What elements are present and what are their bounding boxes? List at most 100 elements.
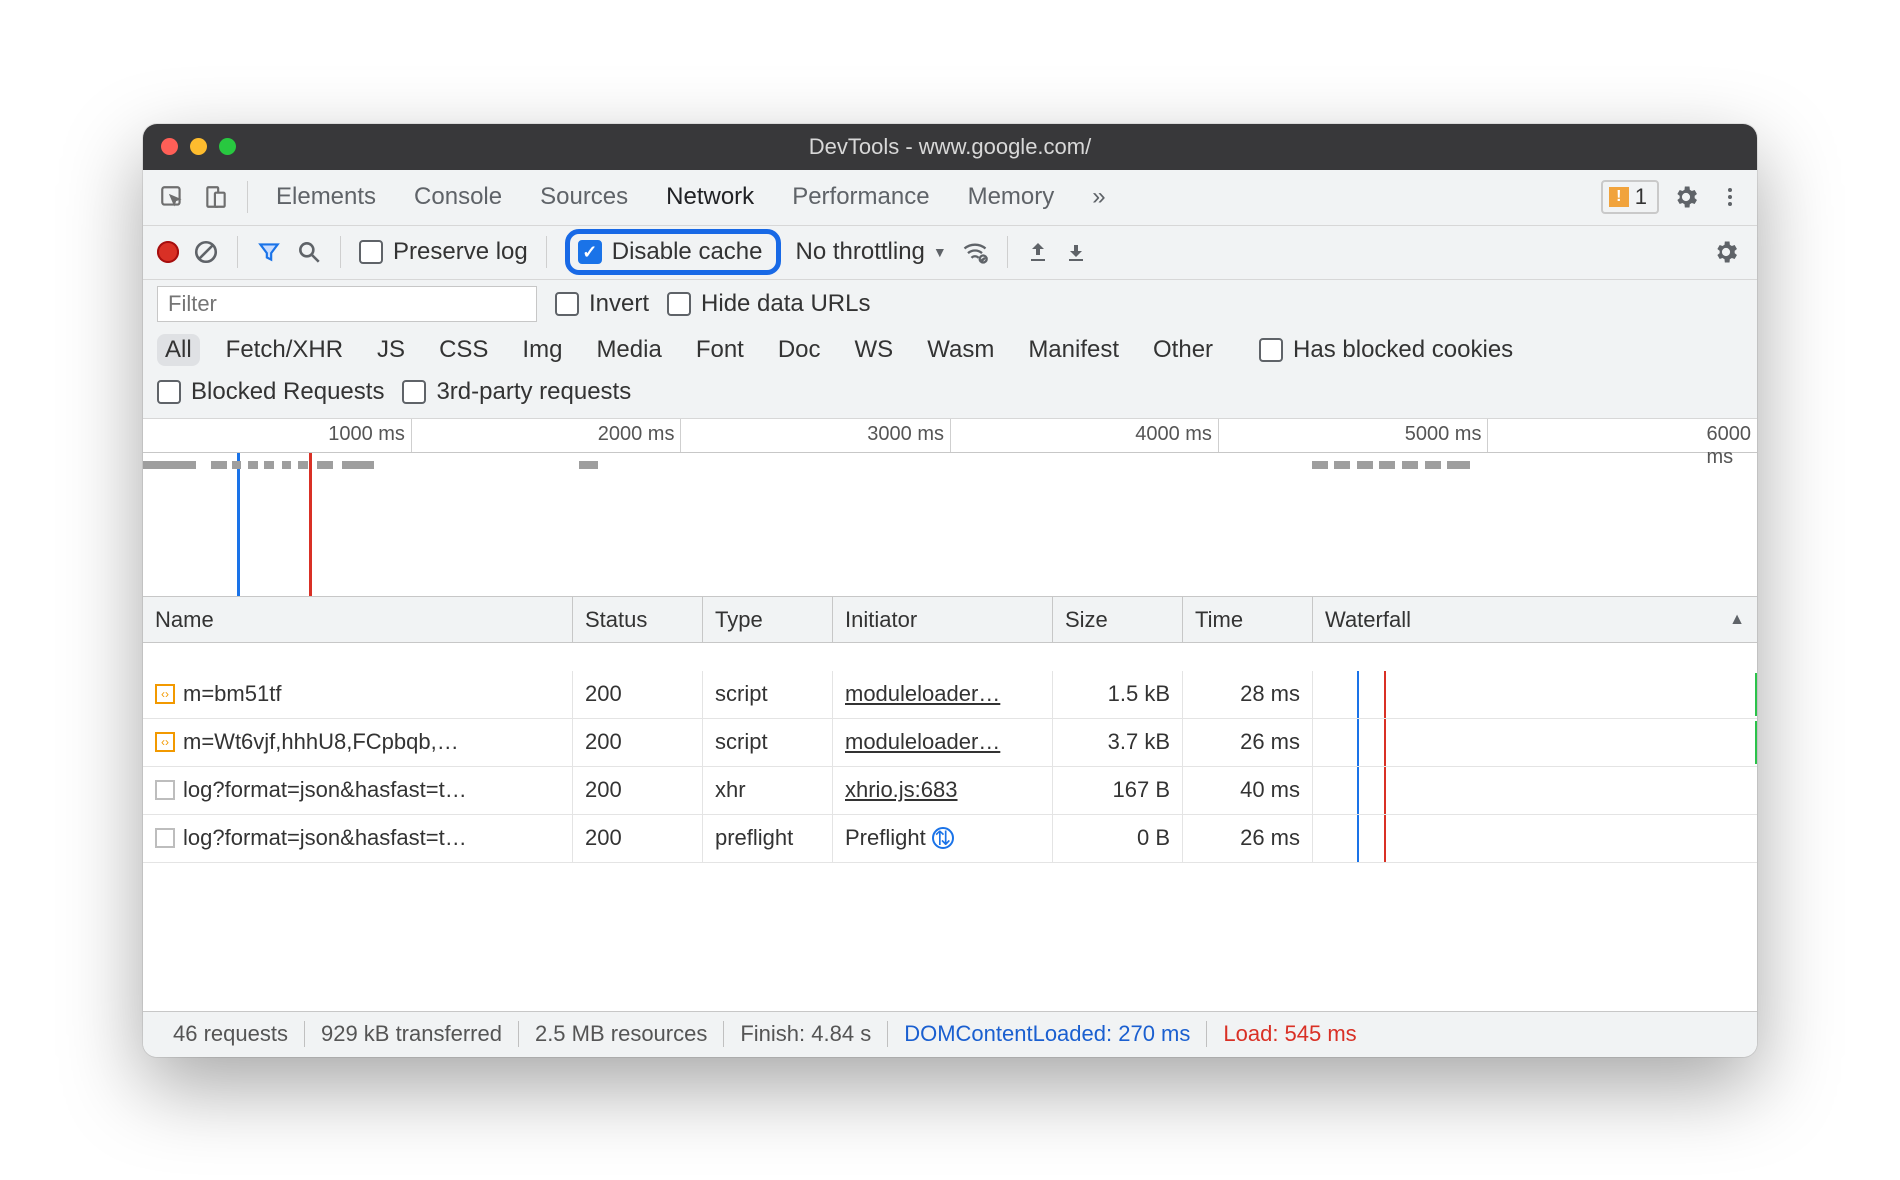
initiator-link[interactable]: xhrio.js:683 [845, 777, 958, 803]
tab-memory[interactable]: Memory [954, 183, 1069, 211]
clear-button[interactable] [193, 239, 219, 265]
type-chip-manifest[interactable]: Manifest [1020, 334, 1127, 366]
waterfall-cell [1313, 767, 1757, 814]
waterfall-cell [1313, 671, 1757, 718]
has-blocked-cookies-checkbox[interactable]: Has blocked cookies [1259, 336, 1513, 364]
toggle-device-icon[interactable] [199, 180, 233, 214]
throttling-label: No throttling [795, 238, 924, 266]
status-finish: Finish: 4.84 s [724, 1021, 888, 1047]
initiator-link[interactable]: moduleloader… [845, 681, 1000, 707]
tab-sources[interactable]: Sources [526, 183, 642, 211]
request-size: 0 B [1053, 815, 1183, 862]
tab-performance[interactable]: Performance [778, 183, 943, 211]
col-initiator[interactable]: Initiator [833, 597, 1053, 643]
disable-cache-label: Disable cache [612, 238, 763, 266]
separator [1007, 236, 1008, 268]
overview-graph [143, 461, 1757, 596]
tab-network[interactable]: Network [652, 183, 768, 211]
network-settings-gear-icon[interactable] [1709, 235, 1743, 269]
main-tabs: Elements Console Sources Network Perform… [143, 170, 1757, 226]
inspect-element-icon[interactable] [155, 180, 189, 214]
type-chip-css[interactable]: CSS [431, 334, 496, 366]
waterfall-cell [1313, 815, 1757, 862]
initiator-link[interactable]: moduleloader… [845, 729, 1000, 755]
col-waterfall[interactable]: Waterfall ▲ [1313, 597, 1757, 643]
disable-cache-highlight: Disable cache [565, 229, 782, 275]
file-icon [155, 780, 175, 800]
tick-label: 4000 ms [1135, 423, 1218, 446]
disable-cache-checkbox[interactable]: Disable cache [578, 238, 763, 266]
type-chip-fetchxhr[interactable]: Fetch/XHR [218, 334, 351, 366]
type-chip-media[interactable]: Media [588, 334, 669, 366]
checkbox-icon [1259, 338, 1283, 362]
filter-input[interactable] [157, 286, 537, 322]
table-row[interactable]: ‹›m=Wt6vjf,hhhU8,FCpbqb,… 200 script mod… [143, 719, 1757, 767]
request-initiator: Preflight ⇅ [833, 815, 1053, 862]
request-status: 200 [573, 719, 703, 766]
request-time: 28 ms [1183, 671, 1313, 718]
tab-console[interactable]: Console [400, 183, 516, 211]
traffic-lights [161, 138, 236, 155]
minimize-window-button[interactable] [190, 138, 207, 155]
maximize-window-button[interactable] [219, 138, 236, 155]
type-chip-other[interactable]: Other [1145, 334, 1221, 366]
status-dcl: DOMContentLoaded: 270 ms [888, 1021, 1207, 1047]
initiator-text: Preflight [845, 825, 926, 851]
type-chip-js[interactable]: JS [369, 334, 413, 366]
settings-gear-icon[interactable] [1669, 180, 1703, 214]
request-type: preflight [703, 815, 833, 862]
filter-toggle-icon[interactable] [256, 239, 282, 265]
request-time: 26 ms [1183, 719, 1313, 766]
type-chip-doc[interactable]: Doc [770, 334, 829, 366]
requests-table: Name Status Type Initiator Size Time Wat… [143, 597, 1757, 1011]
invert-checkbox[interactable]: Invert [555, 290, 649, 318]
type-chip-all[interactable]: All [157, 334, 200, 366]
request-name: m=Wt6vjf,hhhU8,FCpbqb,… [183, 729, 459, 755]
blocked-requests-label: Blocked Requests [191, 378, 384, 406]
request-name: log?format=json&hasfast=t… [183, 777, 467, 803]
overview-timeline[interactable]: 1000 ms 2000 ms 3000 ms 4000 ms 5000 ms … [143, 419, 1757, 597]
titlebar: DevTools - www.google.com/ [143, 124, 1757, 170]
separator [237, 236, 238, 268]
status-bar: 46 requests 929 kB transferred 2.5 MB re… [143, 1011, 1757, 1057]
close-window-button[interactable] [161, 138, 178, 155]
col-status[interactable]: Status [573, 597, 703, 643]
col-time[interactable]: Time [1183, 597, 1313, 643]
filter-row-1: Invert Hide data URLs [143, 280, 1757, 328]
table-row[interactable]: ‹›m=bm51tf 200 script moduleloader… 1.5 … [143, 643, 1757, 719]
col-size[interactable]: Size [1053, 597, 1183, 643]
network-conditions-icon[interactable] [961, 238, 989, 266]
col-type[interactable]: Type [703, 597, 833, 643]
table-row[interactable]: log?format=json&hasfast=t… 200 preflight… [143, 815, 1757, 863]
export-har-icon[interactable] [1064, 240, 1088, 264]
blocked-requests-checkbox[interactable]: Blocked Requests [157, 378, 384, 406]
preflight-icon: ⇅ [932, 827, 954, 849]
request-name: m=bm51tf [183, 681, 281, 707]
record-button[interactable] [157, 241, 179, 263]
request-time: 26 ms [1183, 815, 1313, 862]
checkbox-icon [359, 240, 383, 264]
type-chip-wasm[interactable]: Wasm [919, 334, 1002, 366]
separator [247, 181, 248, 213]
preserve-log-checkbox[interactable]: Preserve log [359, 238, 528, 266]
request-size: 1.5 kB [1053, 671, 1183, 718]
table-row[interactable]: log?format=json&hasfast=t… 200 xhr xhrio… [143, 767, 1757, 815]
tabs-overflow[interactable]: » [1078, 183, 1119, 211]
type-chip-ws[interactable]: WS [847, 334, 902, 366]
type-chip-font[interactable]: Font [688, 334, 752, 366]
checkbox-icon [578, 240, 602, 264]
status-resources: 2.5 MB resources [519, 1021, 724, 1047]
hide-data-urls-checkbox[interactable]: Hide data URLs [667, 290, 870, 318]
import-har-icon[interactable] [1026, 240, 1050, 264]
more-menu-icon[interactable] [1713, 180, 1747, 214]
third-party-checkbox[interactable]: 3rd-party requests [402, 378, 631, 406]
search-icon[interactable] [296, 239, 322, 265]
tab-elements[interactable]: Elements [262, 183, 390, 211]
window-title: DevTools - www.google.com/ [143, 134, 1757, 160]
checkbox-icon [157, 380, 181, 404]
issues-badge[interactable]: ! 1 [1601, 180, 1659, 214]
type-chip-img[interactable]: Img [514, 334, 570, 366]
col-name[interactable]: Name [143, 597, 573, 643]
throttling-dropdown[interactable]: No throttling ▼ [795, 238, 946, 266]
request-status: 200 [573, 671, 703, 718]
